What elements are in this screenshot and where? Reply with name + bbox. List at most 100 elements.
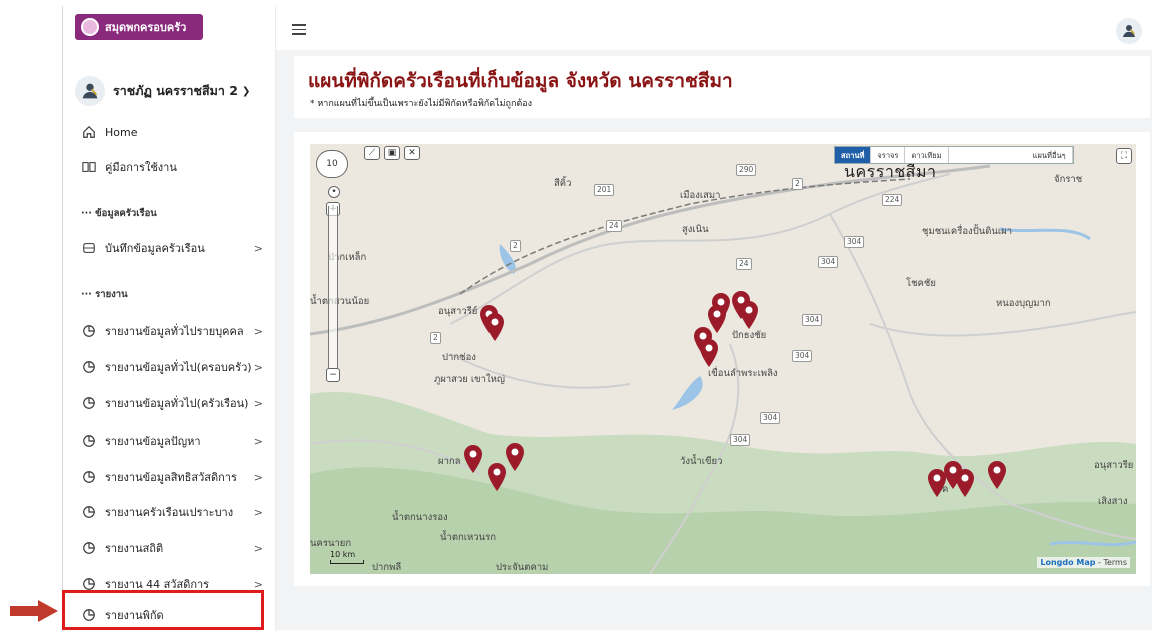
zoom-level-control[interactable]: 10 <box>316 150 348 178</box>
sidebar-item-report-stats[interactable]: รายงานสถิติ > <box>81 536 265 560</box>
location-pin-icon[interactable] <box>986 460 1008 490</box>
user-menu[interactable]: ราชภัฏ นครราชสีมา 2 ❯ <box>75 74 265 108</box>
brand-logo[interactable]: สมุดพกครอบครัว <box>75 14 203 40</box>
location-pin-icon[interactable] <box>738 300 760 330</box>
map-place-label: ภูผาสวย เขาใหญ่ <box>434 374 505 385</box>
map-place-label: วังน้ำเขียว <box>680 456 723 467</box>
user-avatar-icon <box>75 76 105 106</box>
map-view[interactable]: นครราชสีมา สีคิ้ว เมืองเสมา สูงเนิน จักร… <box>310 144 1136 574</box>
title-card: แผนที่พิกัดครัวเรือนที่เก็บข้อมูล จังหวั… <box>294 56 1150 118</box>
pie-chart-icon <box>81 469 97 485</box>
pie-chart-icon <box>81 540 97 556</box>
map-place-label: จักราช <box>1054 174 1083 185</box>
road-shield: 201 <box>594 184 615 196</box>
map-place-label: น้ำตกสวนน้อย <box>310 296 370 307</box>
chevron-right-icon: > <box>253 324 263 338</box>
sidebar-item-label: คู่มือการใช้งาน <box>105 161 177 174</box>
map-type-satellite[interactable]: ดาวเทียม <box>905 147 949 163</box>
map-type-other-select[interactable]: แผนที่อื่นๆ <box>949 147 1073 163</box>
compass-icon[interactable]: • <box>328 186 340 198</box>
chevron-right-icon: > <box>253 541 263 555</box>
zoom-out-button[interactable]: − <box>326 368 340 382</box>
location-pin-icon[interactable] <box>462 444 484 474</box>
chevron-right-icon: > <box>253 360 263 374</box>
fullscreen-icon[interactable]: ⛶ <box>1116 148 1132 164</box>
sidebar-item-report-problem[interactable]: รายงานข้อมูลปัญหา > <box>81 429 265 453</box>
database-icon <box>81 240 97 256</box>
map-type-traffic[interactable]: จราจร <box>871 147 906 163</box>
road-shield: 304 <box>792 350 813 362</box>
chevron-right-icon: > <box>253 577 263 591</box>
chevron-right-icon: > <box>253 434 263 448</box>
map-card: นครราชสีมา สีคิ้ว เมืองเสมา สูงเนิน จักร… <box>294 132 1150 586</box>
road-shield: 304 <box>730 434 751 446</box>
location-pin-icon[interactable] <box>954 468 976 498</box>
map-place-label: โชคชัย <box>906 278 936 289</box>
user-name: ราชภัฏ นครราชสีมา 2 <box>113 83 238 98</box>
map-place-label: ผากล <box>438 456 461 467</box>
location-pin-icon[interactable] <box>484 312 506 342</box>
chevron-down-icon: ❯ <box>241 85 251 97</box>
brand-label: สมุดพกครอบครัว <box>105 21 187 34</box>
draw-line-icon[interactable]: ⟋ <box>364 146 380 160</box>
map-place-label: นครนายก <box>310 538 352 549</box>
road-shield: 304 <box>760 412 781 424</box>
pie-chart-icon <box>81 359 97 375</box>
map-place-label: ชุมชนเครื่องปั้นดินเผา <box>922 226 1013 237</box>
map-place-label: เมืองเสมา <box>680 190 721 201</box>
page-note: * หากแผนที่ไม่ขึ้นเป็นเพราะยังไม่มีพิกัด… <box>310 99 533 109</box>
map-place-label: ประจันตคาม <box>496 562 549 573</box>
sidebar-item-label: รายงานข้อมูลทั่วไป(ครัวเรือน) <box>105 397 249 410</box>
profile-avatar-icon[interactable] <box>1116 18 1142 44</box>
location-pin-icon[interactable] <box>504 442 526 472</box>
sidebar-section-household: ··· ข้อมูลครัวเรือน <box>81 208 157 219</box>
map-place-label: หนองบุญมาก <box>996 298 1051 309</box>
sidebar-item-home[interactable]: Home <box>81 120 265 144</box>
map-place-label: สีคิ้ว <box>554 178 572 189</box>
hamburger-menu-icon[interactable] <box>292 24 308 36</box>
brand-emblem-icon <box>81 18 99 36</box>
sidebar-item-report-welfare[interactable]: รายงานข้อมูลสิทธิสวัสดิการ > <box>81 465 265 489</box>
sidebar-item-report-vulnerable[interactable]: รายงานครัวเรือนเปราะบาง > <box>81 500 265 524</box>
road-shield: 290 <box>736 164 757 176</box>
map-place-label: เสิงสาง <box>1098 496 1128 507</box>
book-icon <box>81 159 97 175</box>
road-shield: 24 <box>736 258 752 270</box>
road-shield: 304 <box>802 314 823 326</box>
sidebar-item-record-household[interactable]: บันทึกข้อมูลครัวเรือน > <box>81 236 265 260</box>
sidebar: สมุดพกครอบครัว ราชภัฏ นครราชสีมา 2 ❯ Hom… <box>62 6 276 631</box>
sidebar-section-report: ··· รายงาน <box>81 289 128 300</box>
page-title: แผนที่พิกัดครัวเรือนที่เก็บข้อมูล จังหวั… <box>308 70 733 92</box>
sidebar-item-label: รายงานสถิติ <box>105 542 164 555</box>
sidebar-item-report-individual[interactable]: รายงานข้อมูลทั่วไปรายบุคคล > <box>81 319 265 343</box>
location-pin-icon[interactable] <box>698 338 720 368</box>
clear-icon[interactable]: ✕ <box>404 146 420 160</box>
sidebar-item-report-family[interactable]: รายงานข้อมูลทั่วไป(ครอบครัว) > <box>81 355 265 379</box>
zoom-slider[interactable] <box>328 206 338 376</box>
sidebar-item-label: Home <box>105 125 138 139</box>
road-shield: 224 <box>882 194 903 206</box>
map-place-label: ปักธงชัย <box>732 330 767 341</box>
map-scale: 10 km <box>330 550 364 564</box>
sidebar-item-label: รายงานข้อมูลทั่วไป(ครอบครัว) <box>105 361 252 374</box>
map-place-label: สูงเนิน <box>682 224 709 235</box>
sidebar-item-label: รายงานข้อมูลทั่วไปรายบุคคล <box>105 325 244 338</box>
chevron-right-icon: > <box>253 505 263 519</box>
arrow-pointer-icon <box>10 600 58 622</box>
map-place-label: อนุสาวรีย์ <box>438 306 478 317</box>
pie-chart-icon <box>81 395 97 411</box>
map-type-standard[interactable]: สถานที่ <box>835 147 872 163</box>
road-shield: 304 <box>818 256 839 268</box>
map-place-label: น้ำตกนางรอง <box>392 512 448 523</box>
road-shield: 24 <box>606 220 622 232</box>
map-place-label: ปากช่อง <box>442 352 476 363</box>
map-attribution[interactable]: Longdo Map - Terms <box>1037 557 1130 568</box>
road-shield: 2 <box>430 332 441 344</box>
zoom-level: 10 <box>326 159 338 169</box>
sidebar-item-manual[interactable]: คู่มือการใช้งาน <box>81 155 265 179</box>
sidebar-item-report-household[interactable]: รายงานข้อมูลทั่วไป(ครัวเรือน) > <box>81 391 265 415</box>
measure-icon[interactable]: ▣ <box>384 146 400 160</box>
road-shield: 2 <box>792 178 803 190</box>
map-place-label: อนุสาวรีย <box>1094 460 1134 471</box>
map-place-label: เขื่อนลำพระเพลิง <box>708 368 778 379</box>
